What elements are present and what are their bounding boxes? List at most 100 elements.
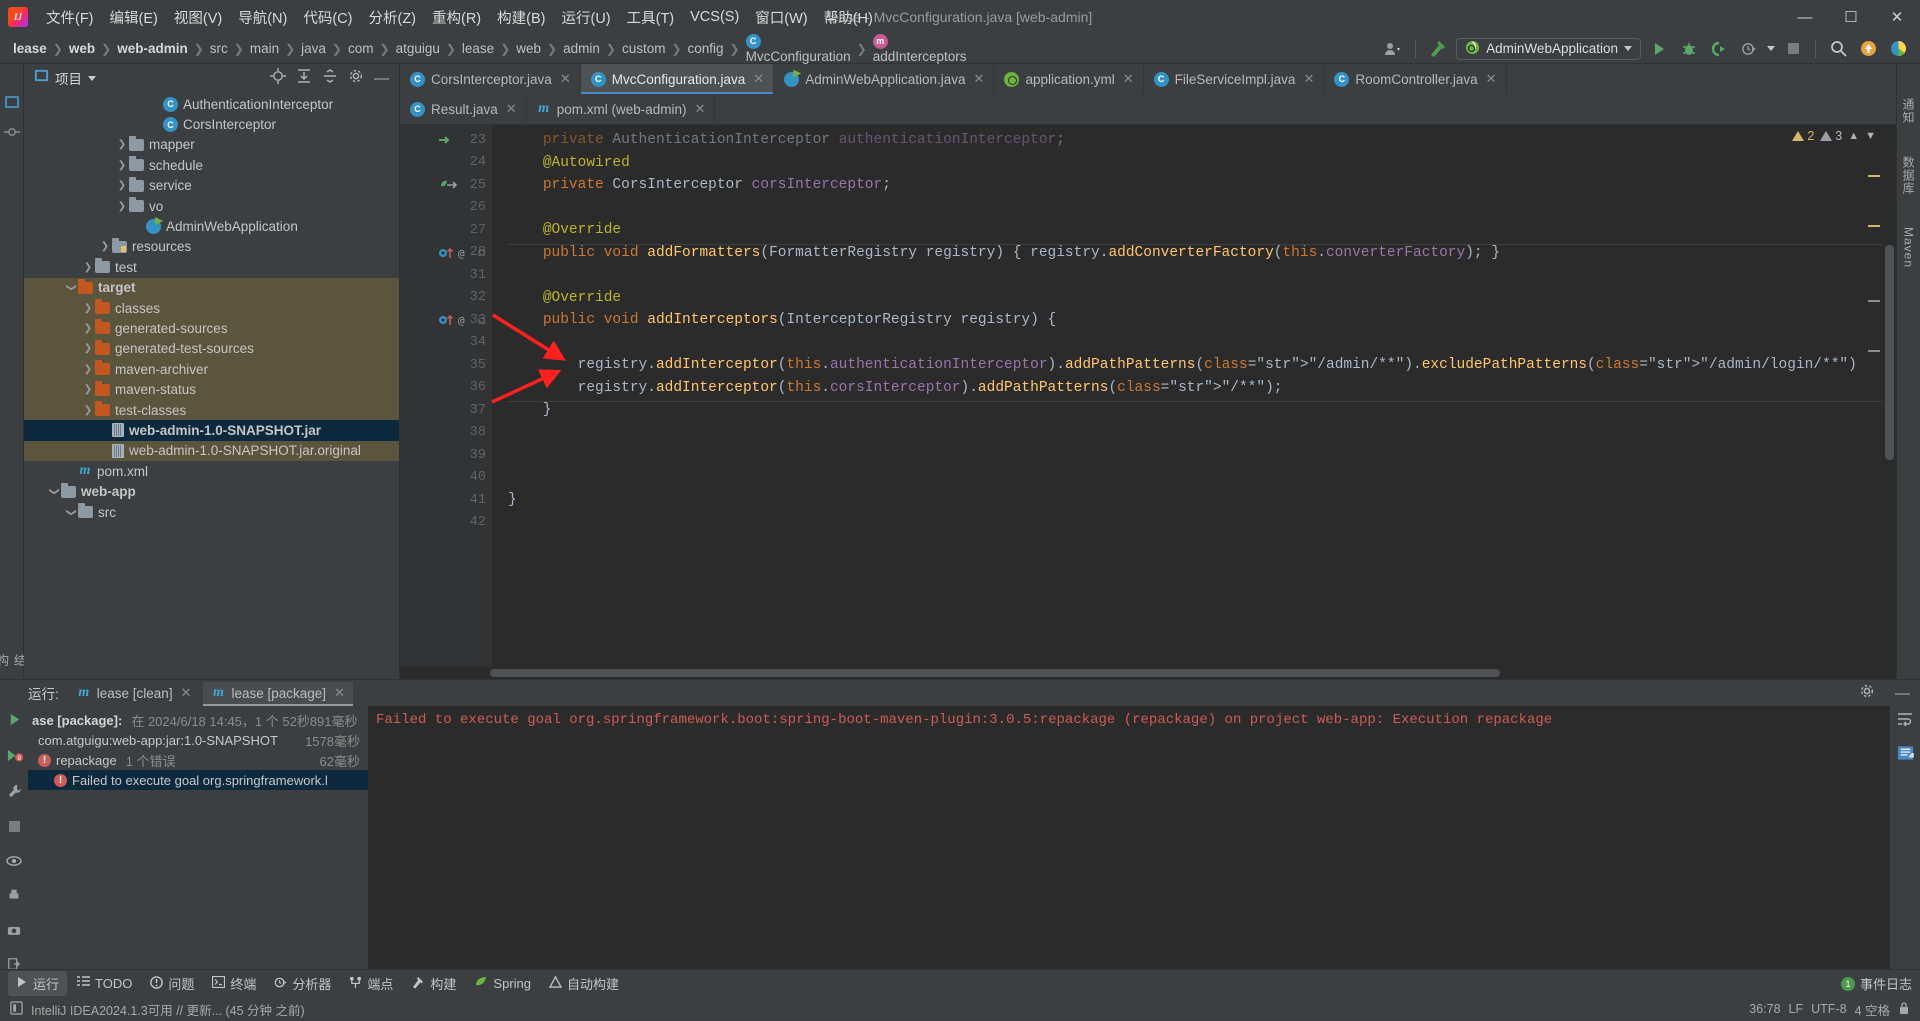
ai-assistant-icon[interactable] — [1886, 38, 1910, 60]
menu-item-5[interactable]: 分析(Z) — [360, 4, 424, 31]
hide-icon[interactable]: — — [1895, 685, 1920, 702]
stop-icon[interactable] — [1781, 38, 1805, 60]
gutter-marker[interactable] — [1868, 225, 1880, 227]
gutter-line[interactable]: 24 — [400, 152, 492, 175]
maximize-button[interactable]: ☐ — [1828, 0, 1874, 34]
tree-expand-arrow[interactable]: ❯ — [115, 160, 129, 171]
menu-item-2[interactable]: 视图(V) — [166, 4, 230, 31]
inspection-widget[interactable]: 2 3 ▲ ▼ — [1792, 129, 1876, 143]
editor-gutter[interactable]: 23 24 25 26 27 @ ◻ 28 31 32 @ ◻ 33 34 35 36 37 38 39 40 41 42 — [400, 125, 492, 679]
editor-tab[interactable]: C Result.java ✕ — [400, 94, 527, 124]
tree-node[interactable]: ❯ test-classes — [24, 399, 399, 421]
override-method-icon[interactable]: @ — [438, 313, 468, 327]
tree-node[interactable]: AdminWebApplication — [24, 216, 399, 236]
tree-node[interactable]: ❯ generated-test-sources — [24, 338, 399, 360]
breadcrumb-item[interactable]: java — [298, 40, 329, 57]
tree-expand-arrow[interactable]: ❯ — [115, 180, 129, 191]
menu-item-12[interactable]: 帮助(H) — [816, 4, 881, 31]
code-fold-icon[interactable]: ◻ — [478, 313, 485, 328]
close-icon[interactable]: ✕ — [334, 685, 345, 701]
project-icon[interactable] — [4, 94, 20, 110]
code-line[interactable] — [492, 512, 1896, 535]
breadcrumb-item[interactable]: lease — [10, 40, 50, 57]
code-line[interactable]: @Override — [492, 219, 1896, 242]
chevron-up-icon[interactable]: ▲ — [1848, 130, 1859, 142]
bottom-bar-端点[interactable]: 端点 — [341, 971, 401, 996]
gutter-line[interactable]: 31 — [400, 264, 492, 287]
editor-tab[interactable]: application.yml ✕ — [994, 64, 1144, 94]
gutter-marker[interactable] — [1868, 175, 1880, 177]
tree-node[interactable]: ❯ mapper — [24, 135, 399, 155]
close-icon[interactable]: ✕ — [1303, 71, 1314, 87]
search-everywhere-icon[interactable] — [1826, 38, 1850, 60]
editor-horizontal-scrollbar[interactable] — [400, 667, 1882, 679]
chevron-down-icon[interactable] — [1767, 46, 1775, 51]
close-icon[interactable]: ✕ — [181, 685, 192, 701]
breadcrumb-item[interactable]: custom — [619, 40, 669, 57]
bottom-bar-TODO[interactable]: TODO — [69, 973, 140, 994]
breadcrumb-item[interactable]: web — [66, 40, 98, 57]
bean-icon[interactable] — [438, 179, 460, 192]
code-line[interactable] — [492, 197, 1896, 220]
breadcrumb-item[interactable]: atguigu — [393, 40, 443, 57]
expand-all-icon[interactable] — [296, 68, 312, 89]
bottom-bar-运行[interactable]: 运行 — [8, 971, 68, 996]
menu-item-1[interactable]: 编辑(E) — [102, 4, 166, 31]
gutter-line[interactable]: 38 — [400, 422, 492, 445]
gutter-line[interactable]: 35 — [400, 354, 492, 377]
code-line[interactable]: public void addInterceptors(InterceptorR… — [492, 309, 1896, 332]
editor-tab[interactable]: C RoomController.java ✕ — [1324, 64, 1507, 94]
menu-item-8[interactable]: 运行(U) — [553, 4, 618, 31]
updates-icon[interactable] — [1856, 38, 1880, 60]
menu-item-10[interactable]: VCS(S) — [682, 6, 747, 28]
code-line[interactable]: } — [492, 489, 1896, 512]
code-line[interactable]: @Override — [492, 287, 1896, 310]
gutter-line[interactable]: 42 — [400, 512, 492, 535]
tree-node[interactable]: ❯ classes — [24, 297, 399, 319]
override-method-icon[interactable]: @ — [438, 246, 468, 260]
close-icon[interactable]: ✕ — [1123, 71, 1134, 87]
code-fold-icon[interactable]: ◻ — [478, 245, 485, 260]
console-output[interactable]: Failed to execute goal org.springframewo… — [368, 706, 1890, 969]
breadcrumb-item[interactable]: web — [513, 40, 544, 57]
code-line[interactable] — [492, 422, 1896, 445]
scroll-end-icon[interactable] — [1897, 745, 1914, 766]
tree-node[interactable]: ❯ service — [24, 176, 399, 196]
tree-node[interactable]: ❯ src — [24, 502, 399, 522]
tree-node[interactable]: ❯ generated-sources — [24, 318, 399, 339]
settings-icon[interactable] — [348, 68, 364, 89]
line-separator-label[interactable]: LF — [1789, 1002, 1804, 1016]
gutter-line[interactable]: 25 — [400, 174, 492, 197]
menu-item-0[interactable]: 文件(F) — [38, 4, 102, 31]
chevron-down-icon[interactable] — [88, 75, 96, 81]
tree-node[interactable]: C AuthenticationInterceptor — [24, 94, 399, 114]
bottom-bar-自动构建[interactable]: 自动构建 — [541, 971, 627, 996]
menu-item-3[interactable]: 导航(N) — [230, 4, 295, 31]
user-avatar-icon[interactable] — [1381, 38, 1405, 60]
tree-node[interactable]: ❯ maven-archiver — [24, 359, 399, 380]
tree-expand-arrow[interactable]: ❯ — [66, 505, 77, 519]
settings-icon[interactable] — [1859, 683, 1885, 704]
wrench-icon[interactable] — [7, 784, 22, 804]
weak-warning-count[interactable]: 3 — [1820, 129, 1842, 143]
code-line[interactable] — [492, 264, 1896, 287]
status-message[interactable]: IntelliJ IDEA2024.1.3可用 // 更新... (45 分钟 … — [31, 1000, 305, 1019]
scrollbar-thumb[interactable] — [490, 669, 1500, 677]
bottom-bar-Spring[interactable]: Spring — [466, 973, 539, 995]
collapse-all-icon[interactable] — [322, 68, 338, 89]
breadcrumb-item[interactable]: lease — [459, 40, 497, 57]
editor-tab[interactable]: C CorsInterceptor.java ✕ — [400, 64, 581, 94]
tree-expand-arrow[interactable]: ❯ — [49, 485, 60, 499]
tree-node[interactable]: web-admin-1.0-SNAPSHOT.jar.original — [24, 440, 399, 462]
tree-node[interactable]: ❯ target — [24, 277, 399, 298]
minimize-button[interactable]: — — [1782, 0, 1828, 34]
tree-expand-arrow[interactable]: ❯ — [81, 364, 95, 375]
camera-icon[interactable] — [7, 923, 21, 941]
gutter-line[interactable]: 27 — [400, 219, 492, 242]
code-content[interactable]: private AuthenticationInterceptor authen… — [492, 125, 1896, 679]
code-line[interactable]: @Autowired — [492, 152, 1896, 175]
code-line[interactable] — [492, 332, 1896, 355]
run-results-tree[interactable]: ase [package]: 在 2024/6/18 14:45，1 个 52秒8… — [28, 706, 368, 969]
close-icon[interactable]: ✕ — [1486, 71, 1497, 87]
tree-expand-arrow[interactable]: ❯ — [66, 281, 77, 295]
